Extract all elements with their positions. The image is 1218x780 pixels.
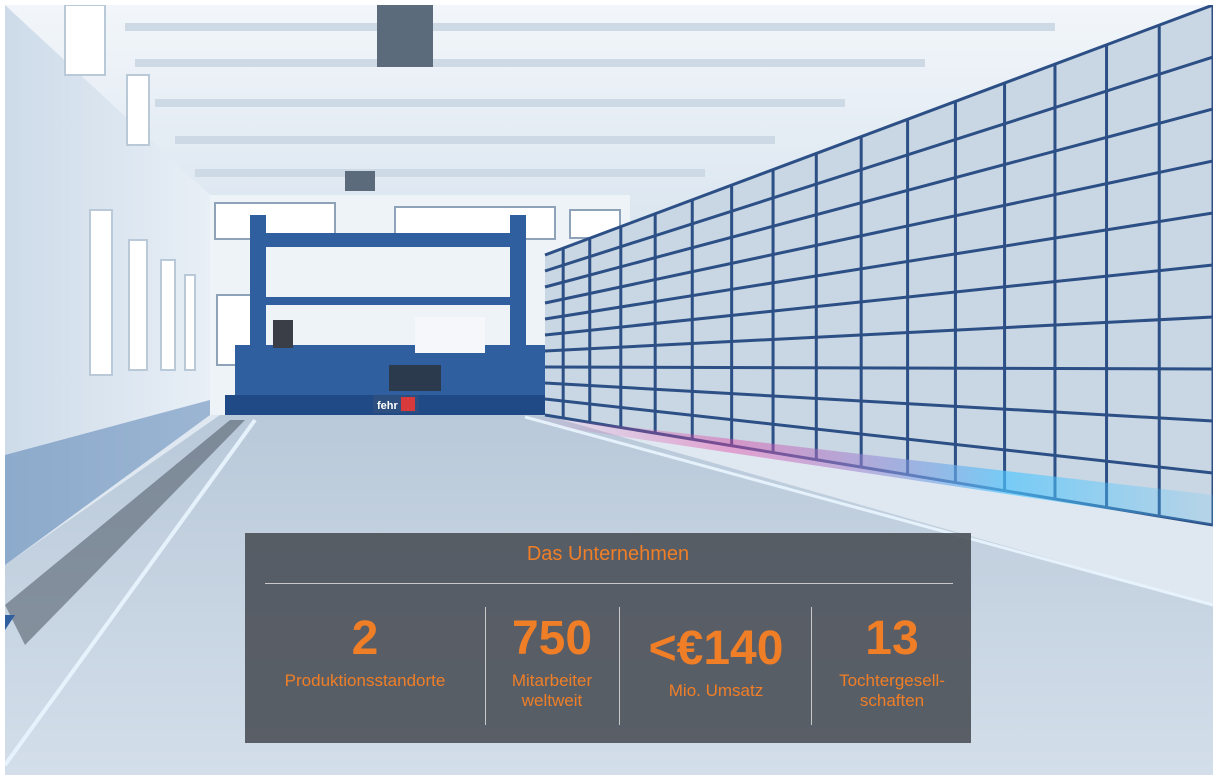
stat-label-line2: schaften xyxy=(859,691,925,710)
title-divider xyxy=(265,583,953,584)
stat-number: 2 xyxy=(351,612,379,665)
stat-number: 13 xyxy=(865,612,919,665)
stat-employees: 750 Mitarbeiter weltweit xyxy=(489,613,615,711)
crane-logo-text: fehr xyxy=(377,400,399,412)
stat-label: Mio. Umsatz xyxy=(668,681,764,700)
stat-label: Mitarbeiter xyxy=(511,671,593,690)
stat-number: 750 xyxy=(511,612,593,665)
stat-divider xyxy=(485,607,486,725)
stat-subsidiaries: 13 Tochtergesell- schaften xyxy=(817,613,967,711)
stat-label: Produktionsstandorte xyxy=(284,671,446,690)
stat-divider xyxy=(811,607,812,725)
stat-revenue: <€140 Mio. Umsatz xyxy=(625,623,807,701)
company-stats-panel: Das Unternehmen 2 Produktionsstandorte 7… xyxy=(245,533,971,743)
hero-stage: fehr Das Unternehmen 2 Produktionsstando… xyxy=(5,5,1213,775)
stat-production-sites: 2 Produktionsstandorte xyxy=(255,613,475,691)
stat-label-line2: weltweit xyxy=(521,691,583,710)
stat-number: <€140 xyxy=(648,622,784,675)
stat-label: Tochtergesell- xyxy=(839,671,945,690)
stat-divider xyxy=(619,607,620,725)
panel-title: Das Unternehmen xyxy=(526,543,690,565)
